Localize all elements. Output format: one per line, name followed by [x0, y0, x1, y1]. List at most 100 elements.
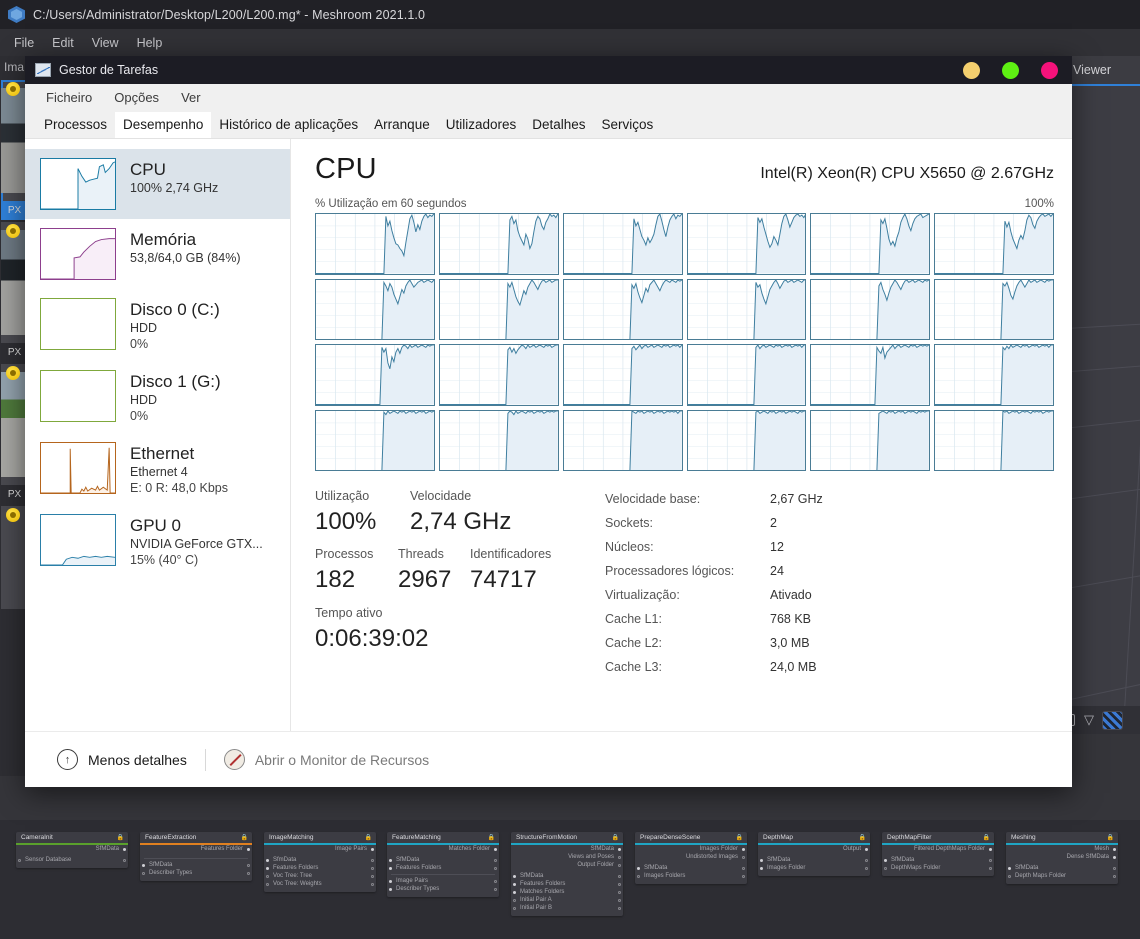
node-output[interactable]: Mesh	[1006, 845, 1118, 853]
node-input[interactable]: Images Folder	[758, 864, 870, 872]
input-pin[interactable]	[513, 907, 516, 910]
node-input[interactable]: SfmData	[264, 856, 376, 864]
tab-servicos[interactable]: Serviços	[594, 112, 662, 138]
node-graph-panel[interactable]: CameraInit 🔒 SfMData Sensor Database Feature…	[0, 820, 1140, 939]
output-pin[interactable]	[618, 864, 621, 867]
output-pin[interactable]	[123, 848, 126, 851]
core-graph[interactable]	[934, 409, 1054, 471]
node-input[interactable]: SfMData	[511, 872, 623, 880]
input-pin[interactable]	[266, 859, 269, 862]
tab-arranque[interactable]: Arranque	[366, 112, 438, 138]
input-out-pin[interactable]	[618, 883, 621, 886]
node-input[interactable]: SfMData	[140, 861, 252, 869]
graph-node-imagematching[interactable]: ImageMatching 🔒 Image Pairs SfmData Features…	[264, 832, 376, 892]
core-graph[interactable]	[810, 278, 931, 340]
node-input[interactable]: SfMData	[758, 856, 870, 864]
node-output[interactable]: SfMData	[16, 845, 128, 853]
input-pin[interactable]	[389, 859, 392, 862]
task-manager-window[interactable]: Gestor de Tarefas Ficheiro Opções Ver Pr…	[25, 56, 1072, 787]
input-out-pin[interactable]	[371, 883, 374, 886]
input-out-pin[interactable]	[1113, 867, 1116, 870]
node-output[interactable]: Image Pairs	[264, 845, 376, 853]
node-output[interactable]: Dense SfMData	[1006, 853, 1118, 861]
output-pin[interactable]	[742, 856, 745, 859]
node-input[interactable]: Voc Tree: Weights	[264, 880, 376, 888]
input-out-pin[interactable]	[494, 888, 497, 891]
input-out-pin[interactable]	[618, 891, 621, 894]
menu-ver[interactable]: Ver	[172, 87, 210, 108]
menu-edit[interactable]: Edit	[43, 33, 83, 53]
input-pin[interactable]	[884, 859, 887, 862]
node-input[interactable]: SfMData	[387, 856, 499, 864]
input-pin[interactable]	[389, 867, 392, 870]
gallery-thumbnail[interactable]	[1, 506, 28, 628]
core-graph[interactable]	[438, 213, 559, 275]
tab-desempenho[interactable]: Desempenho	[115, 112, 212, 138]
less-details-button[interactable]: ↑ Menos detalhes	[57, 749, 187, 770]
node-input[interactable]: Sensor Database	[16, 856, 128, 864]
input-out-pin[interactable]	[371, 859, 374, 862]
node-input[interactable]: Initial Pair B	[511, 904, 623, 912]
open-resource-monitor-button[interactable]: Abrir o Monitor de Recursos	[223, 749, 429, 770]
menu-view[interactable]: View	[83, 33, 128, 53]
node-input[interactable]: SfMData	[1006, 864, 1118, 872]
node-input[interactable]: Initial Pair A	[511, 896, 623, 904]
viewer-3d-viewport[interactable]	[1060, 86, 1140, 706]
node-output[interactable]: Images Folder	[635, 845, 747, 853]
input-out-pin[interactable]	[494, 859, 497, 862]
graph-node-depthmapfilter[interactable]: DepthMapFilter 🔒 Filtered DepthMaps Folder…	[882, 832, 994, 876]
input-pin[interactable]	[266, 867, 269, 870]
input-pin[interactable]	[760, 859, 763, 862]
input-out-pin[interactable]	[1113, 875, 1116, 878]
tab-utilizadores[interactable]: Utilizadores	[438, 112, 525, 138]
output-pin[interactable]	[618, 848, 621, 851]
input-pin[interactable]	[1008, 867, 1011, 870]
input-pin[interactable]	[18, 859, 21, 862]
core-graph[interactable]	[934, 344, 1054, 406]
minimize-button[interactable]	[963, 61, 980, 79]
node-output[interactable]: Output	[758, 845, 870, 853]
output-pin[interactable]	[1113, 848, 1116, 851]
node-input[interactable]: Depth Maps Folder	[1006, 872, 1118, 880]
node-input[interactable]: Image Pairs	[387, 877, 499, 885]
close-button[interactable]	[1041, 61, 1058, 79]
input-out-pin[interactable]	[123, 859, 126, 862]
input-out-pin[interactable]	[989, 859, 992, 862]
input-out-pin[interactable]	[618, 907, 621, 910]
input-out-pin[interactable]	[989, 867, 992, 870]
node-output[interactable]: Matches Folder	[387, 845, 499, 853]
core-graph[interactable]	[315, 344, 435, 406]
input-pin[interactable]	[1008, 875, 1011, 878]
input-out-pin[interactable]	[742, 875, 745, 878]
logical-processor-graphs[interactable]	[315, 213, 1054, 471]
output-pin[interactable]	[247, 848, 250, 851]
node-output[interactable]: Views and Poses	[511, 853, 623, 861]
input-pin[interactable]	[513, 875, 516, 878]
input-pin[interactable]	[760, 867, 763, 870]
sidebar-item-gpu-0[interactable]: GPU 0 NVIDIA GeForce GTX... 15% (40° C)	[25, 505, 290, 577]
input-pin[interactable]	[513, 891, 516, 894]
graph-node-camerainit[interactable]: CameraInit 🔒 SfMData Sensor Database	[16, 832, 128, 868]
node-input[interactable]: Features Folders	[264, 864, 376, 872]
input-out-pin[interactable]	[618, 875, 621, 878]
graph-node-structurefrommotion[interactable]: StructureFromMotion 🔒 SfMData Views and Pos…	[511, 832, 623, 916]
core-graph[interactable]	[315, 213, 435, 275]
node-input[interactable]: SfMData	[635, 864, 747, 872]
output-pin[interactable]	[742, 848, 745, 851]
core-graph[interactable]	[438, 344, 559, 406]
core-graph[interactable]	[438, 278, 559, 340]
tab-historico-de-aplicacoes[interactable]: Histórico de aplicações	[211, 112, 366, 138]
core-graph[interactable]	[562, 409, 683, 471]
tab-detalhes[interactable]: Detalhes	[524, 112, 593, 138]
gallery-thumbnail[interactable]: PX	[1, 364, 28, 504]
graph-node-preparedensescene[interactable]: PrepareDenseScene 🔒 Images Folder Undistort…	[635, 832, 747, 884]
input-out-pin[interactable]	[865, 867, 868, 870]
input-out-pin[interactable]	[865, 859, 868, 862]
core-graph[interactable]	[686, 344, 807, 406]
node-output[interactable]: Output Folder	[511, 861, 623, 869]
output-pin[interactable]	[989, 848, 992, 851]
node-input[interactable]: Voc Tree: Tree	[264, 872, 376, 880]
node-output[interactable]: Features Folder	[140, 845, 252, 853]
output-pin[interactable]	[1113, 856, 1116, 859]
input-pin[interactable]	[389, 880, 392, 883]
